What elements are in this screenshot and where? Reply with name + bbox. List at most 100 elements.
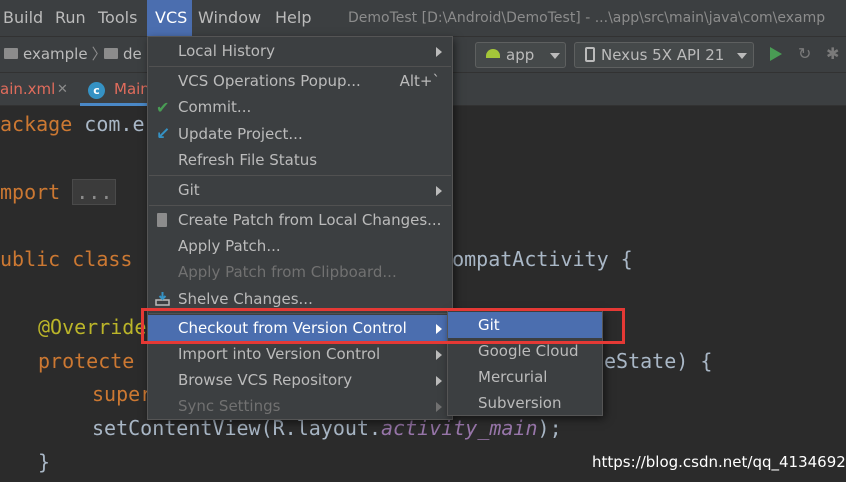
code-keyword: mport xyxy=(0,180,61,204)
code-annotation: @Override xyxy=(38,315,147,339)
submenu-item-label: Google Cloud xyxy=(478,342,579,360)
android-icon xyxy=(486,49,500,58)
menu-item-commit[interactable]: ✔ Commit... xyxy=(148,94,452,120)
run-icon[interactable] xyxy=(770,47,782,61)
check-icon: ✔ xyxy=(156,98,170,117)
chevron-right-icon xyxy=(436,402,442,412)
menu-item-label: Git xyxy=(178,181,200,199)
code-keyword: ublic class xyxy=(0,247,133,271)
tab-main-xml-label: ain.xml xyxy=(0,80,56,98)
menu-item-git[interactable]: Git xyxy=(148,177,452,203)
window-title: DemoTest [D:\Android\DemoTest] - ...\app… xyxy=(348,10,826,26)
menu-item-label: Apply Patch... xyxy=(178,237,281,255)
code-line-1: ackage com.e xyxy=(0,112,145,136)
code-text: ); xyxy=(537,416,562,440)
menu-item-label: Update Project... xyxy=(178,125,303,143)
menu-run[interactable]: Run xyxy=(52,0,89,36)
chevron-down-icon xyxy=(737,53,747,59)
menu-item-label: Shelve Changes... xyxy=(178,290,313,308)
folder-icon xyxy=(104,48,118,59)
code-line-8: } xyxy=(38,450,51,474)
code-fold[interactable]: ... xyxy=(72,179,117,205)
menu-item-label: Apply Patch from Clipboard... xyxy=(178,263,397,281)
menu-vcs[interactable]: VCS xyxy=(147,0,192,36)
code-line-3: ublic class xyxy=(0,247,132,271)
menu-item-checkout-from-vcs[interactable]: Checkout from Version Control xyxy=(148,315,452,341)
shelve-icon xyxy=(155,292,170,306)
code-keyword: protecte xyxy=(38,349,135,373)
phone-icon xyxy=(585,47,595,62)
menu-item-refresh-file-status[interactable]: Refresh File Status xyxy=(148,147,452,173)
menu-item-label: Commit... xyxy=(178,98,252,116)
submenu-item-label: Git xyxy=(478,316,500,334)
update-icon: ↙ xyxy=(156,124,171,144)
menu-item-sync-settings: Sync Settings xyxy=(148,393,452,419)
menu-item-local-history[interactable]: Local History xyxy=(148,38,452,64)
menu-run-label: Run xyxy=(55,8,86,27)
submenu-item-label: Mercurial xyxy=(478,368,548,386)
menu-separator xyxy=(149,66,451,67)
breadcrumb-de[interactable]: de xyxy=(104,37,142,72)
submenu-item-subversion[interactable]: Subversion xyxy=(448,390,602,416)
menu-item-browse-vcs-repository[interactable]: Browse VCS Repository xyxy=(148,367,452,393)
checkout-submenu: Git Google Cloud Mercurial Subversion xyxy=(447,310,603,416)
code-text: com.e xyxy=(72,112,145,136)
menu-build-label: Build xyxy=(3,8,44,27)
menu-item-label: Browse VCS Repository xyxy=(178,371,353,389)
tab-main-xml[interactable]: ain.xml xyxy=(0,73,55,106)
menu-separator xyxy=(149,205,451,206)
chevron-right-icon xyxy=(436,350,442,360)
menu-item-update-project[interactable]: ↙ Update Project... xyxy=(148,121,452,147)
menu-vcs-label: VCS xyxy=(155,8,188,27)
menu-item-label: Refresh File Status xyxy=(178,151,318,169)
chevron-right-icon xyxy=(436,186,442,196)
menu-item-shelve-changes[interactable]: Shelve Changes... xyxy=(148,286,452,312)
chevron-right-icon xyxy=(436,324,442,334)
menu-help[interactable]: Help xyxy=(272,0,314,36)
run-config-dropdown[interactable]: app xyxy=(475,42,566,68)
code-line-5: protecte xyxy=(38,349,134,373)
code-line-4: @Override xyxy=(38,315,146,339)
submenu-item-mercurial[interactable]: Mercurial xyxy=(448,364,602,390)
breadcrumb-example[interactable]: example 〉 xyxy=(4,37,107,72)
menu-item-label: Create Patch from Local Changes... xyxy=(178,211,442,229)
vcs-menu: Local History VCS Operations Popup... Alt… xyxy=(147,36,453,420)
menu-item-vcs-operations-popup[interactable]: VCS Operations Popup... Alt+` xyxy=(148,68,452,94)
rerun-icon[interactable]: ↻ xyxy=(798,46,811,62)
menu-item-label: Local History xyxy=(178,42,276,60)
menu-item-apply-patch[interactable]: Apply Patch... xyxy=(148,233,452,259)
menu-item-label: Sync Settings xyxy=(178,397,281,415)
code-line-3-tail: pCompatActivity { xyxy=(428,247,633,271)
code-line-6: super xyxy=(92,382,152,406)
menu-item-label: Checkout from Version Control xyxy=(178,319,407,337)
tab-main-activity-label: Main xyxy=(114,80,150,98)
code-line-2: mport ... xyxy=(0,179,117,205)
code-keyword: super xyxy=(92,382,153,406)
menu-window[interactable]: Window xyxy=(195,0,264,36)
breadcrumb-de-label: de xyxy=(123,45,142,63)
device-dropdown[interactable]: Nexus 5X API 21 xyxy=(574,42,754,68)
chevron-right-icon xyxy=(436,376,442,386)
menu-item-import-into-vcs[interactable]: Import into Version Control xyxy=(148,341,452,367)
menu-item-label: Import into Version Control xyxy=(178,345,381,363)
menu-help-label: Help xyxy=(275,8,312,27)
menu-window-label: Window xyxy=(198,8,262,27)
menu-item-label: VCS Operations Popup... xyxy=(178,72,361,90)
debug-icon[interactable]: ✱ xyxy=(826,46,839,62)
menu-tools[interactable]: Tools xyxy=(95,0,140,36)
submenu-item-google-cloud[interactable]: Google Cloud xyxy=(448,338,602,364)
menu-item-create-patch[interactable]: Create Patch from Local Changes... xyxy=(148,207,452,233)
menu-build[interactable]: Build xyxy=(0,0,46,36)
watermark: https://blog.csdn.net/qq_41346925 xyxy=(592,453,846,471)
close-icon[interactable]: ✕ xyxy=(57,73,68,106)
tab-main-activity[interactable]: c Main xyxy=(80,73,150,106)
folder-icon xyxy=(4,48,18,59)
code-keyword: ackage xyxy=(0,112,73,136)
class-icon: c xyxy=(88,82,105,99)
chevron-right-icon xyxy=(436,47,442,57)
chevron-down-icon xyxy=(550,53,560,59)
submenu-item-git[interactable]: Git xyxy=(448,312,602,338)
menu-item-apply-patch-clipboard: Apply Patch from Clipboard... xyxy=(148,259,452,285)
menu-separator xyxy=(149,313,451,314)
menu-separator xyxy=(149,175,451,176)
